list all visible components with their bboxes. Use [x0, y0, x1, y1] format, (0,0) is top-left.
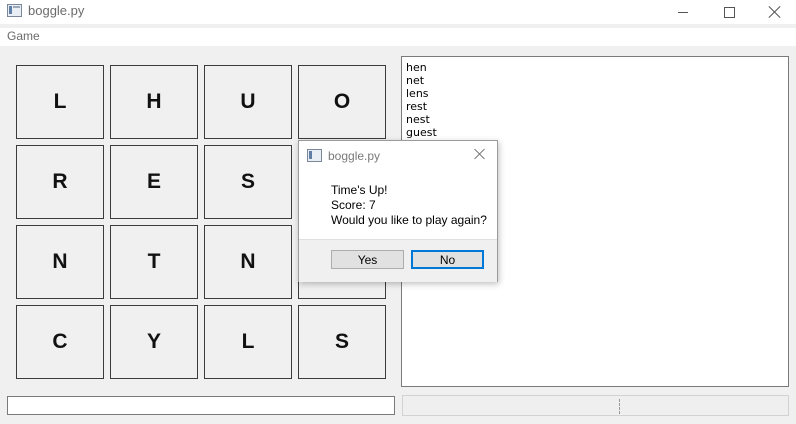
- dialog-title: boggle.py: [328, 149, 381, 163]
- word-item: guest: [406, 126, 437, 139]
- letter-tile[interactable]: C: [16, 305, 104, 379]
- word-item: lens: [406, 87, 429, 100]
- letter-tile[interactable]: U: [204, 65, 292, 139]
- maximize-button[interactable]: [706, 0, 752, 24]
- close-button[interactable]: [752, 0, 796, 24]
- maximize-icon: [723, 6, 735, 18]
- menu-game[interactable]: Game: [7, 29, 40, 43]
- status-bar: [402, 395, 789, 416]
- menu-bar: Game: [0, 28, 796, 46]
- time-up-text: Time's Up!: [331, 183, 388, 197]
- app-icon: [307, 149, 322, 162]
- minimize-button[interactable]: [660, 0, 706, 24]
- score-text: Score: 7: [331, 198, 376, 212]
- letter-tile[interactable]: R: [16, 145, 104, 219]
- no-button[interactable]: No: [411, 250, 484, 269]
- letter-tile[interactable]: S: [298, 305, 386, 379]
- app-icon: [7, 4, 22, 17]
- letter-tile[interactable]: Y: [110, 305, 198, 379]
- game-over-dialog: boggle.py Time's Up! Score: 7 Would you …: [298, 140, 498, 282]
- close-icon: [768, 5, 782, 19]
- yes-button[interactable]: Yes: [331, 250, 404, 269]
- title-bar: boggle.py: [0, 0, 796, 24]
- letter-tile[interactable]: N: [204, 225, 292, 299]
- letter-tile[interactable]: L: [16, 65, 104, 139]
- letter-tile[interactable]: S: [204, 145, 292, 219]
- letter-tile[interactable]: N: [16, 225, 104, 299]
- word-item: hen: [406, 61, 427, 74]
- letter-tile[interactable]: H: [110, 65, 198, 139]
- letter-tile[interactable]: E: [110, 145, 198, 219]
- word-item: net: [406, 74, 425, 87]
- word-item: rest: [406, 100, 428, 113]
- letter-tile[interactable]: T: [110, 225, 198, 299]
- letter-tile[interactable]: O: [298, 65, 386, 139]
- word-entry-field[interactable]: [7, 396, 395, 415]
- status-divider: [619, 399, 620, 414]
- word-item: nest: [406, 113, 430, 126]
- dialog-message: Time's Up! Score: 7 Would you like to pl…: [331, 183, 487, 228]
- dialog-button-row: Yes No: [299, 239, 497, 282]
- minimize-icon: [678, 11, 688, 13]
- letter-tile[interactable]: L: [204, 305, 292, 379]
- window-title: boggle.py: [28, 3, 85, 18]
- close-icon[interactable]: [473, 147, 487, 161]
- play-again-prompt: Would you like to play again?: [331, 213, 487, 227]
- dialog-title-bar: boggle.py: [299, 141, 497, 172]
